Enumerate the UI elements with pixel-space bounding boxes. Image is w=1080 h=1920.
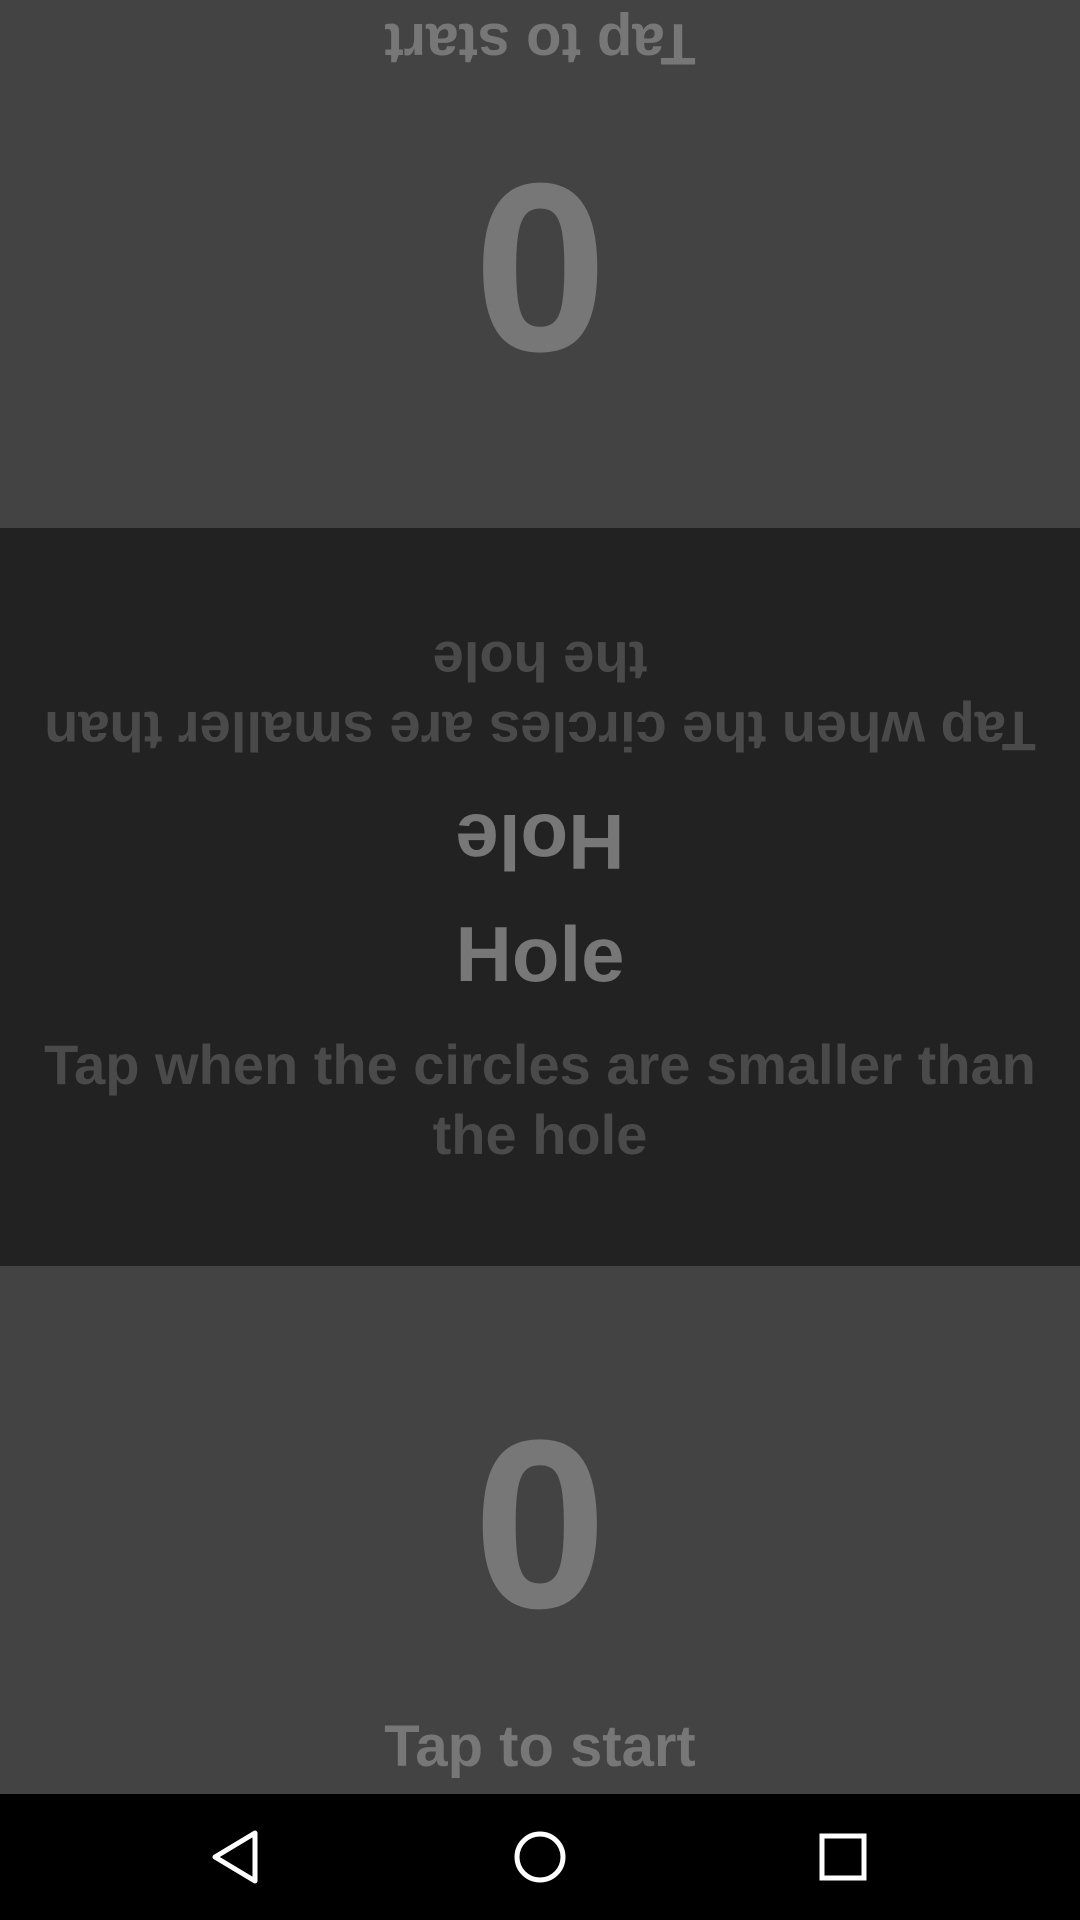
mode-description-flipped: Tap when the circles are smaller than th… (44, 630, 1036, 763)
recents-button[interactable] (798, 1812, 888, 1902)
top-player-start-label: Tap to start (384, 11, 696, 76)
back-button[interactable] (192, 1812, 282, 1902)
top-player-score: 0 (473, 134, 607, 402)
mode-info: Hole Tap when the circles are smaller th… (0, 897, 1080, 1266)
bottom-player-panel[interactable]: 0 Tap to start (0, 1266, 1080, 1794)
mode-info-panel: Hole Tap when the circles are smaller th… (0, 528, 1080, 1266)
mode-description: Tap when the circles are smaller than th… (44, 1033, 1036, 1166)
home-button[interactable] (495, 1812, 585, 1902)
mode-title-flipped: Hole (455, 798, 625, 886)
navigation-bar (0, 1794, 1080, 1920)
top-player-panel[interactable]: 0 Tap to start (0, 0, 1080, 528)
home-circle-icon (514, 1831, 566, 1883)
mode-info-flipped: Hole Tap when the circles are smaller th… (0, 528, 1080, 897)
back-triangle-icon (212, 1830, 258, 1884)
bottom-player-start-label: Tap to start (384, 1714, 696, 1779)
recents-square-icon (819, 1833, 867, 1881)
bottom-player-score: 0 (473, 1390, 607, 1658)
mode-title: Hole (455, 910, 625, 998)
game-screen: 0 Tap to start Hole Tap when the circles… (0, 0, 1080, 1920)
